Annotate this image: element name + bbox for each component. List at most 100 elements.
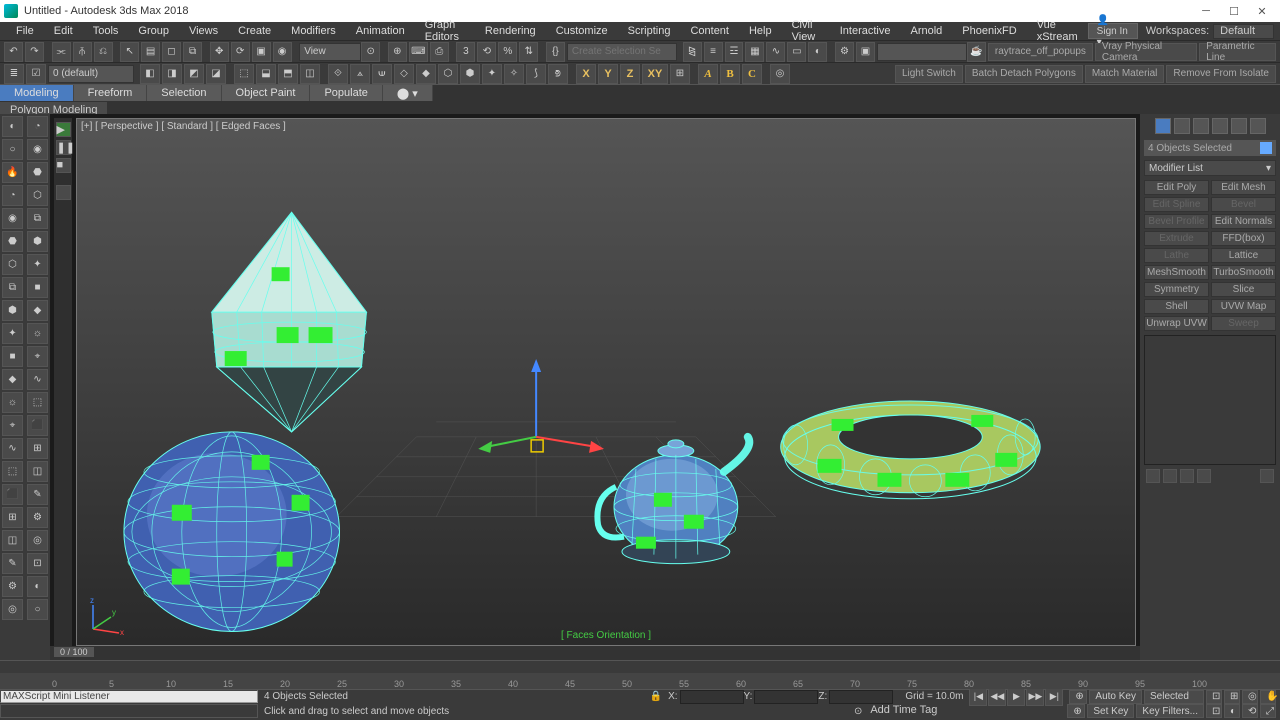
tool-r[interactable]: ⟆ bbox=[526, 64, 546, 84]
left-tool-1-5[interactable]: ⬢ bbox=[27, 231, 48, 252]
spindle-object[interactable] bbox=[212, 212, 367, 432]
nav-6-button[interactable]: ◐ bbox=[1224, 704, 1240, 718]
left-tool-1-9[interactable]: ☼ bbox=[27, 323, 48, 344]
axis-z-button[interactable]: Z bbox=[620, 64, 640, 84]
left-tool-0-18[interactable]: ◫ bbox=[2, 530, 23, 551]
axis-xy-button[interactable]: XY bbox=[642, 64, 668, 84]
remove-modifier-button[interactable] bbox=[1197, 469, 1211, 483]
explorer-button[interactable]: ▦ bbox=[745, 42, 764, 62]
edit-sel-set-button[interactable]: {} bbox=[546, 42, 565, 62]
isolate-toggle[interactable]: ⊙ bbox=[854, 706, 862, 717]
setkey-button[interactable]: Set Key bbox=[1087, 704, 1134, 718]
modifier-edit-poly-button[interactable]: Edit Poly bbox=[1144, 180, 1209, 195]
left-tool-0-11[interactable]: ◆ bbox=[2, 369, 23, 390]
perspective-viewport[interactable]: [+] [ Perspective ] [ Standard ] [ Edged… bbox=[76, 118, 1136, 646]
tool-l[interactable]: ◇ bbox=[394, 64, 414, 84]
go-end-button[interactable]: ▶| bbox=[1045, 688, 1063, 706]
rotate-button[interactable]: ⟳ bbox=[231, 42, 250, 62]
modifier-ffd-box--button[interactable]: FFD(box) bbox=[1211, 231, 1276, 246]
ref-coord-dropdown[interactable] bbox=[299, 43, 361, 61]
tool-i[interactable]: ⟐ bbox=[328, 64, 348, 84]
play-button[interactable]: ▶ bbox=[1007, 688, 1025, 706]
modify-tab-icon[interactable] bbox=[1174, 118, 1190, 134]
lock-button[interactable]: 🔒 bbox=[650, 691, 662, 702]
scale-button[interactable]: ▣ bbox=[252, 42, 271, 62]
ribbon-tab-object-paint[interactable]: Object Paint bbox=[222, 85, 311, 101]
tool-s[interactable]: ⟄ bbox=[548, 64, 568, 84]
tool-n[interactable]: ⬡ bbox=[438, 64, 458, 84]
schematic-button[interactable]: ▭ bbox=[787, 42, 806, 62]
vp-stop-button[interactable]: ■ bbox=[56, 158, 71, 173]
left-tool-1-2[interactable]: ⬣ bbox=[27, 162, 48, 183]
mirror-button[interactable]: ⧎ bbox=[683, 42, 702, 62]
tool-h[interactable]: ◫ bbox=[300, 64, 320, 84]
util-chip-2[interactable]: Vray Physical Camera bbox=[1095, 43, 1197, 61]
left-tool-0-21[interactable]: ◎ bbox=[2, 599, 23, 620]
frames-readout[interactable]: 0 / 100 bbox=[54, 647, 94, 657]
menu-animation[interactable]: Animation bbox=[346, 24, 415, 38]
left-tool-0-12[interactable]: ☼ bbox=[2, 392, 23, 413]
snap-button[interactable]: 3 bbox=[456, 42, 475, 62]
pivot-button[interactable]: ⊙ bbox=[361, 42, 380, 62]
menu-civil-view[interactable]: Civil View bbox=[782, 18, 830, 44]
hierarchy-tab-icon[interactable] bbox=[1193, 118, 1209, 134]
nav-4-button[interactable]: ✋ bbox=[1260, 690, 1276, 704]
tool-p[interactable]: ✦ bbox=[482, 64, 502, 84]
configure-sets-button[interactable] bbox=[1260, 469, 1274, 483]
undo-button[interactable]: ↶ bbox=[4, 42, 23, 62]
timeslider-row[interactable] bbox=[0, 661, 1280, 673]
left-tool-0-10[interactable]: ■ bbox=[2, 346, 23, 367]
tool-b[interactable]: ◨ bbox=[162, 64, 182, 84]
menu-vue-xstream[interactable]: Vue xStream bbox=[1027, 18, 1088, 44]
modifier-unwrap-uvw-button[interactable]: Unwrap UVW bbox=[1144, 316, 1209, 331]
left-tool-1-14[interactable]: ⊞ bbox=[27, 438, 48, 459]
batch-detach-chip[interactable]: Batch Detach Polygons bbox=[965, 65, 1083, 83]
left-tool-0-16[interactable]: ⬛ bbox=[2, 484, 23, 505]
left-tool-0-5[interactable]: ⬣ bbox=[2, 231, 23, 252]
menu-views[interactable]: Views bbox=[179, 24, 228, 38]
pin-stack-button[interactable] bbox=[1146, 469, 1160, 483]
isolate-button[interactable]: ◎ bbox=[770, 64, 790, 84]
spinner-snap-button[interactable]: ⇅ bbox=[519, 42, 538, 62]
coord-z-input[interactable] bbox=[829, 690, 893, 704]
close-button[interactable]: ✕ bbox=[1248, 2, 1276, 20]
vp-pause-button[interactable]: ❚❚ bbox=[56, 140, 71, 155]
axis-y-button[interactable]: Y bbox=[598, 64, 618, 84]
left-tool-1-20[interactable]: ◐ bbox=[27, 576, 48, 597]
left-tool-0-8[interactable]: ⬢ bbox=[2, 300, 23, 321]
add-time-tag-button[interactable]: Add Time Tag bbox=[870, 704, 937, 718]
left-tool-1-8[interactable]: ◆ bbox=[27, 300, 48, 321]
minimize-button[interactable]: ─ bbox=[1192, 2, 1220, 20]
autokey-button[interactable]: Auto Key bbox=[1089, 690, 1142, 704]
modifier-slice-button[interactable]: Slice bbox=[1211, 282, 1276, 297]
placement-button[interactable]: ◉ bbox=[273, 42, 292, 62]
left-tool-0-4[interactable]: ◉ bbox=[2, 208, 23, 229]
left-tool-1-17[interactable]: ⚙ bbox=[27, 507, 48, 528]
nav-1-button[interactable]: ⊡ bbox=[1206, 690, 1222, 704]
create-selection-set-input[interactable] bbox=[567, 43, 677, 61]
workspace-dropdown[interactable]: Default bbox=[1213, 24, 1274, 39]
tool-j[interactable]: ⟑ bbox=[350, 64, 370, 84]
left-tool-0-17[interactable]: ⊞ bbox=[2, 507, 23, 528]
coord-x-input[interactable] bbox=[680, 690, 744, 704]
menu-group[interactable]: Group bbox=[128, 24, 179, 38]
curve-editor-button[interactable]: ∿ bbox=[766, 42, 785, 62]
left-tool-0-0[interactable]: ◐ bbox=[2, 116, 23, 137]
left-tool-1-0[interactable]: ◔ bbox=[27, 116, 48, 137]
render-preset-dropdown[interactable] bbox=[877, 43, 967, 61]
menu-create[interactable]: Create bbox=[228, 24, 281, 38]
left-tool-0-20[interactable]: ⚙ bbox=[2, 576, 23, 597]
ribbon-tab-modeling[interactable]: Modeling bbox=[0, 85, 74, 101]
vp-tool-a[interactable] bbox=[56, 185, 71, 200]
render-setup-button[interactable]: ⚙ bbox=[835, 42, 854, 62]
go-start-button[interactable]: |◀ bbox=[969, 688, 987, 706]
axis-constraint-button[interactable]: ⊞ bbox=[670, 64, 690, 84]
left-tool-0-1[interactable]: ○ bbox=[2, 139, 23, 160]
signin-button[interactable]: 👤 Sign In ▾ bbox=[1088, 23, 1138, 39]
modifier-stack[interactable] bbox=[1144, 335, 1276, 465]
menu-graph-editors[interactable]: Graph Editors bbox=[415, 18, 475, 44]
nav-3-button[interactable]: ◎ bbox=[1242, 690, 1258, 704]
tool-q[interactable]: ✧ bbox=[504, 64, 524, 84]
left-tool-0-19[interactable]: ✎ bbox=[2, 553, 23, 574]
util-chip-1[interactable]: raytrace_off_popups bbox=[988, 43, 1093, 61]
